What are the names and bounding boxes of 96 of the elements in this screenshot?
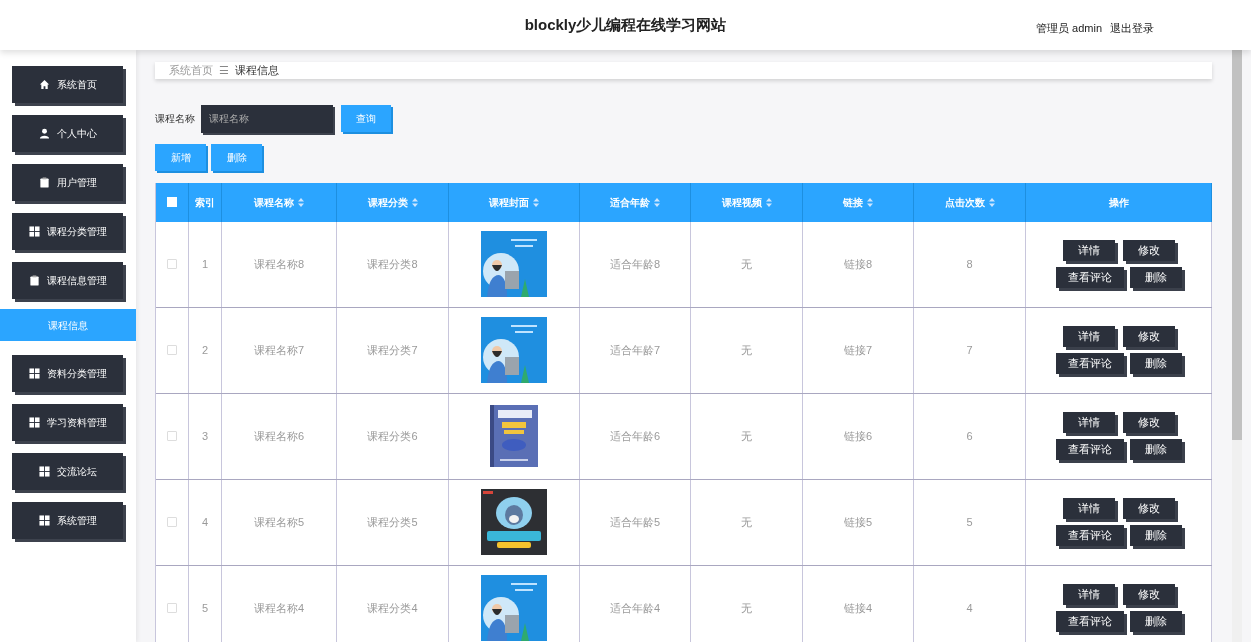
table-cell: 课程名称4 bbox=[222, 565, 337, 642]
sidebar-item[interactable]: 学习资料管理 bbox=[12, 404, 123, 441]
table-cell: 适合年龄8 bbox=[580, 221, 691, 307]
row-action-button[interactable]: 删除 bbox=[1129, 267, 1182, 288]
row-action-button[interactable]: 修改 bbox=[1122, 240, 1175, 261]
table-cell: 1 bbox=[189, 221, 222, 307]
row-action-button[interactable]: 详情 bbox=[1062, 240, 1115, 261]
logout-link[interactable]: 退出登录 bbox=[1110, 20, 1155, 37]
row-action-button[interactable]: 删除 bbox=[1129, 611, 1182, 632]
row-checkbox[interactable] bbox=[167, 603, 177, 613]
table-cell: 3 bbox=[189, 393, 222, 479]
clipboard-icon bbox=[38, 177, 50, 188]
table-cell: 无 bbox=[691, 307, 803, 393]
row-checkbox[interactable] bbox=[167, 259, 177, 269]
search-label: 课程名称 bbox=[155, 112, 195, 126]
user-icon bbox=[38, 128, 50, 139]
sidebar-item[interactable]: 课程分类管理 bbox=[12, 213, 123, 250]
grid-icon bbox=[38, 515, 50, 526]
select-all-checkbox[interactable] bbox=[167, 197, 177, 207]
row-action-button[interactable]: 删除 bbox=[1129, 439, 1182, 460]
sort-icon[interactable] bbox=[533, 197, 539, 207]
table-cell: 6 bbox=[914, 393, 1026, 479]
sidebar-item[interactable]: 系统首页 bbox=[12, 66, 123, 103]
table-cell: 4 bbox=[189, 479, 222, 565]
table-cell: 5 bbox=[914, 479, 1026, 565]
table-cell: 适合年龄6 bbox=[580, 393, 691, 479]
sort-icon[interactable] bbox=[867, 197, 873, 207]
table-cell: 课程名称8 bbox=[222, 221, 337, 307]
row-action-button[interactable]: 修改 bbox=[1122, 584, 1175, 605]
sidebar-item[interactable]: 用户管理 bbox=[12, 164, 123, 201]
grid-icon bbox=[28, 226, 40, 237]
scrollbar-thumb[interactable] bbox=[1232, 50, 1242, 440]
row-action-button[interactable]: 查看评论 bbox=[1055, 439, 1124, 460]
sort-icon[interactable] bbox=[411, 197, 418, 207]
table-cell: 课程分类5 bbox=[337, 479, 449, 565]
row-checkbox[interactable] bbox=[167, 431, 177, 441]
row-action-button[interactable]: 删除 bbox=[1129, 525, 1182, 546]
table-cell: 课程分类8 bbox=[337, 221, 449, 307]
table-cell: 适合年龄7 bbox=[580, 307, 691, 393]
sidebar-item[interactable]: 课程信息管理 bbox=[12, 262, 123, 299]
row-action-button[interactable]: 详情 bbox=[1062, 584, 1115, 605]
table-cell: 2 bbox=[189, 307, 222, 393]
table-cell: 适合年龄4 bbox=[580, 565, 691, 642]
table-cell: 无 bbox=[691, 479, 803, 565]
search-field[interactable]: 课程名称 bbox=[201, 104, 333, 133]
sort-icon[interactable] bbox=[654, 197, 660, 207]
row-checkbox[interactable] bbox=[167, 517, 177, 527]
clipboard-icon bbox=[28, 275, 40, 286]
home-icon bbox=[38, 79, 50, 90]
row-action-button[interactable]: 详情 bbox=[1062, 498, 1115, 519]
grid-icon bbox=[38, 466, 50, 477]
table-cell: 课程名称6 bbox=[222, 393, 337, 479]
table-cell: 无 bbox=[691, 393, 803, 479]
sidebar-item[interactable]: 交流论坛 bbox=[12, 453, 123, 490]
row-action-button[interactable]: 修改 bbox=[1122, 412, 1175, 433]
column-header: 操作 bbox=[1026, 182, 1212, 222]
table-cell: 适合年龄5 bbox=[580, 479, 691, 565]
site-title: blockly少儿编程在线学习网站 bbox=[524, 14, 727, 35]
table-cell: 7 bbox=[914, 307, 1026, 393]
table-cell: 课程分类7 bbox=[337, 307, 449, 393]
sidebar-item[interactable]: 资料分类管理 bbox=[12, 355, 123, 392]
grid-icon bbox=[28, 417, 40, 428]
row-action-button[interactable]: 查看评论 bbox=[1055, 353, 1124, 374]
row-checkbox[interactable] bbox=[167, 345, 177, 355]
row-action-button[interactable]: 查看评论 bbox=[1055, 267, 1124, 288]
row-action-button[interactable]: 删除 bbox=[1129, 353, 1182, 374]
sort-icon[interactable] bbox=[988, 197, 995, 207]
table-cell: 课程名称7 bbox=[222, 307, 337, 393]
sort-icon[interactable] bbox=[298, 197, 304, 207]
sidebar-item[interactable]: 系统管理 bbox=[12, 502, 123, 539]
table-cell: 4 bbox=[914, 565, 1026, 642]
row-action-button[interactable]: 修改 bbox=[1122, 326, 1175, 347]
table-cell: 链接4 bbox=[803, 565, 914, 642]
admin-label: 管理员 admin bbox=[1036, 21, 1103, 36]
table-cell: 课程分类4 bbox=[337, 565, 449, 642]
row-action-button[interactable]: 查看评论 bbox=[1055, 611, 1124, 632]
row-action-button[interactable]: 详情 bbox=[1062, 412, 1115, 433]
row-action-button[interactable]: 查看评论 bbox=[1055, 525, 1124, 546]
table-cell: 无 bbox=[691, 221, 803, 307]
row-action-button[interactable]: 修改 bbox=[1122, 498, 1175, 519]
table-cell: 链接7 bbox=[803, 307, 914, 393]
table-cell: 链接8 bbox=[803, 221, 914, 307]
table-cell: 链接5 bbox=[803, 479, 914, 565]
breadcrumb-separator: ☰ bbox=[219, 63, 229, 78]
sort-icon[interactable] bbox=[765, 197, 772, 207]
table-cell: 无 bbox=[691, 565, 803, 642]
grid-icon bbox=[28, 368, 40, 379]
table-cell: 课程名称5 bbox=[222, 479, 337, 565]
table-cell: 5 bbox=[189, 565, 222, 642]
table-cell: 课程分类6 bbox=[337, 393, 449, 479]
breadcrumb-current: 课程信息 bbox=[235, 63, 279, 78]
column-header: 索引 bbox=[189, 182, 222, 222]
table-cell: 链接6 bbox=[803, 393, 914, 479]
row-action-button[interactable]: 详情 bbox=[1062, 326, 1115, 347]
table-cell: 8 bbox=[914, 221, 1026, 307]
sidebar-item[interactable]: 个人中心 bbox=[12, 115, 123, 152]
